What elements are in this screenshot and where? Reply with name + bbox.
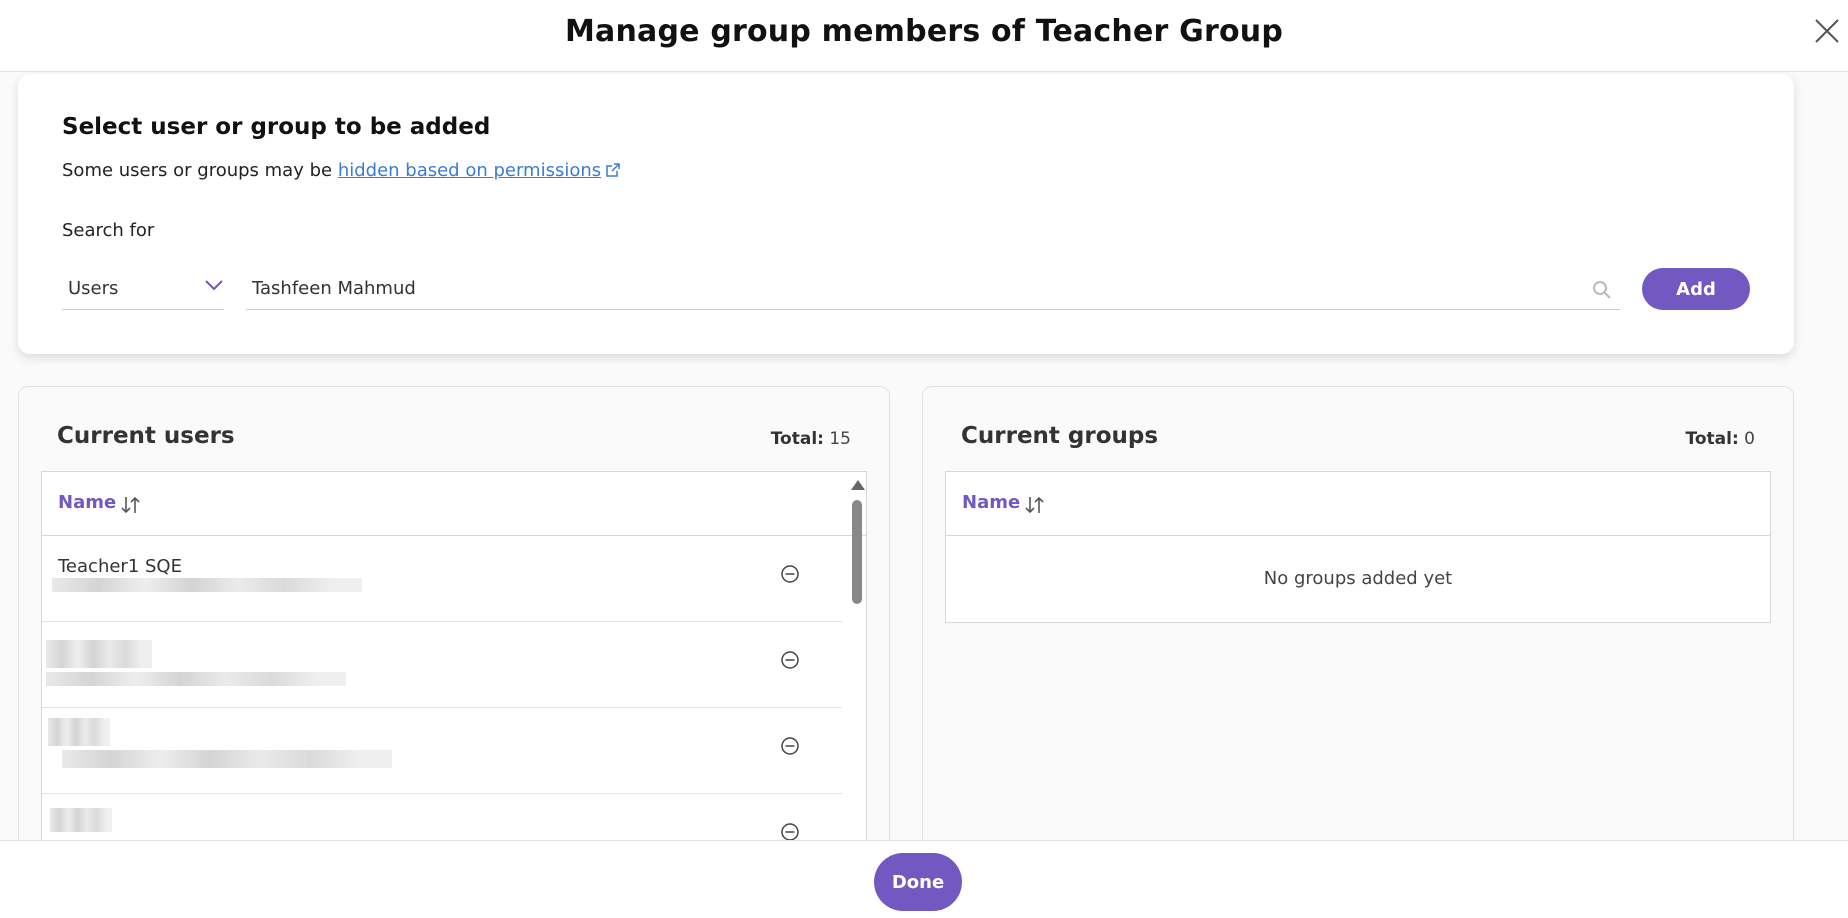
remove-circle-icon[interactable] bbox=[780, 822, 800, 842]
chevron-down-icon bbox=[205, 280, 223, 291]
current-users-panel: Current users Total: 15 Name Teacher1 SQ… bbox=[18, 386, 890, 918]
users-total-value: 15 bbox=[829, 429, 851, 449]
page-title: Manage group members of Teacher Group bbox=[564, 14, 1284, 49]
hint-text: Some users or groups may be bbox=[62, 160, 338, 181]
scroll-up-arrow-icon[interactable] bbox=[851, 480, 865, 490]
search-type-select[interactable]: Users bbox=[62, 270, 224, 310]
add-button[interactable]: Add bbox=[1642, 268, 1750, 310]
table-row: Teacher1 SQE bbox=[42, 536, 842, 622]
dialog-header: Manage group members of Teacher Group bbox=[0, 0, 1848, 72]
groups-total-label: Total: bbox=[1685, 429, 1739, 449]
done-button[interactable]: Done bbox=[874, 853, 962, 911]
users-table-header: Name bbox=[42, 472, 866, 536]
users-scrollbar[interactable] bbox=[850, 480, 865, 850]
empty-groups-message: No groups added yet bbox=[1263, 568, 1453, 589]
users-table: Name Teacher1 SQE bbox=[41, 471, 867, 851]
redacted-email bbox=[52, 578, 362, 592]
user-name: Teacher1 SQE bbox=[58, 556, 182, 577]
groups-total: Total: 0 bbox=[1686, 429, 1755, 449]
redacted-name bbox=[50, 808, 112, 832]
remove-circle-icon[interactable] bbox=[780, 650, 800, 670]
search-field bbox=[246, 268, 1620, 310]
users-total-label: Total: bbox=[770, 429, 824, 449]
search-for-label: Search for bbox=[62, 220, 155, 241]
redacted-name bbox=[48, 718, 110, 746]
current-users-title: Current users bbox=[57, 423, 235, 449]
users-total: Total: 15 bbox=[771, 429, 851, 449]
users-name-column-header[interactable]: Name bbox=[58, 492, 116, 513]
groups-table: Name No groups added yet bbox=[945, 471, 1771, 623]
search-input[interactable] bbox=[246, 268, 1566, 308]
close-icon[interactable] bbox=[1810, 14, 1844, 48]
sort-icon[interactable] bbox=[1024, 494, 1046, 516]
permissions-hint: Some users or groups may be hidden based… bbox=[62, 160, 621, 181]
table-row bbox=[42, 622, 842, 708]
groups-total-value: 0 bbox=[1744, 429, 1755, 449]
sort-icon[interactable] bbox=[120, 494, 142, 516]
external-link-icon[interactable] bbox=[605, 162, 621, 178]
search-card-title: Select user or group to be added bbox=[62, 114, 491, 140]
search-type-value: Users bbox=[68, 278, 119, 299]
dialog-footer: Done bbox=[0, 840, 1848, 918]
search-card: Select user or group to be added Some us… bbox=[18, 74, 1794, 354]
groups-table-header: Name bbox=[946, 472, 1770, 536]
scroll-thumb[interactable] bbox=[852, 500, 862, 604]
permissions-link[interactable]: hidden based on permissions bbox=[338, 160, 601, 181]
current-groups-title: Current groups bbox=[961, 423, 1159, 449]
search-icon bbox=[1593, 281, 1611, 299]
redacted-name bbox=[46, 640, 152, 668]
table-row bbox=[42, 708, 842, 794]
remove-circle-icon[interactable] bbox=[780, 736, 800, 756]
redacted-email bbox=[46, 672, 346, 686]
current-groups-panel: Current groups Total: 0 Name No groups a… bbox=[922, 386, 1794, 918]
groups-name-column-header[interactable]: Name bbox=[962, 492, 1020, 513]
redacted-email bbox=[62, 750, 392, 768]
remove-circle-icon[interactable] bbox=[780, 564, 800, 584]
